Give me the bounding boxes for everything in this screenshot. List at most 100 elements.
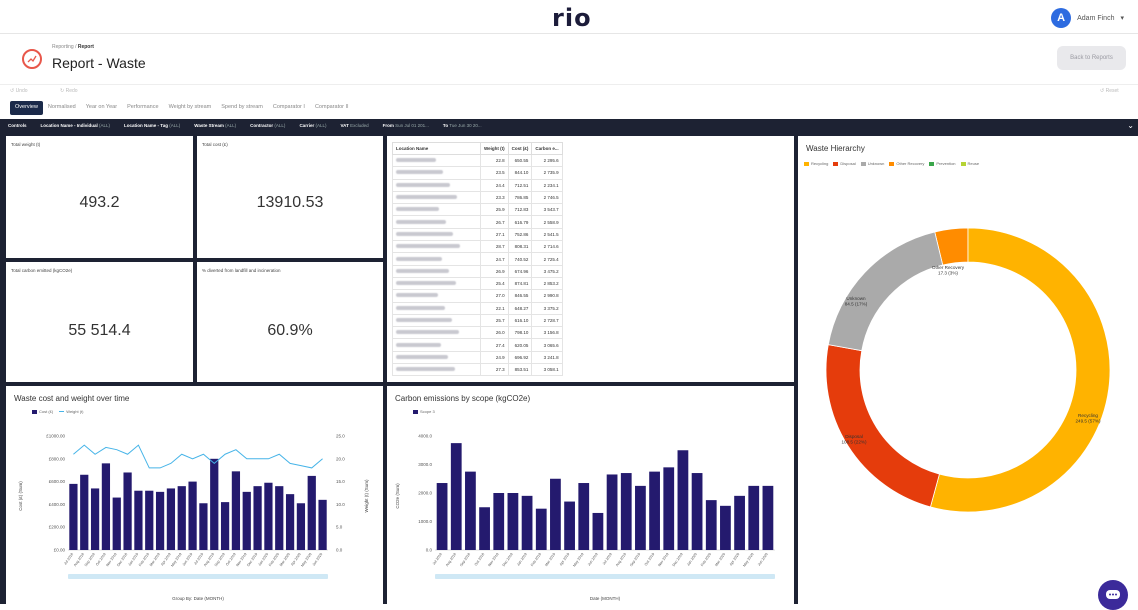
col-header-weight[interactable]: Weight (t)	[480, 142, 509, 155]
filter-location-tag[interactable]: Location Name - Tag (ALL)	[124, 123, 180, 128]
table-row[interactable]: 27.4 620.05 3 065.6	[392, 338, 563, 352]
table-row[interactable]: 24.4 712.51 2 234.1	[392, 178, 563, 192]
kpi-value: 55 514.4	[68, 322, 131, 339]
table-row[interactable]: 26.0 798.10 3 156.8	[392, 326, 563, 340]
page-title: Report - Waste	[52, 55, 146, 71]
user-name[interactable]: Adam Finch	[1077, 15, 1114, 22]
filter-to-date[interactable]: To Tue Jun 30 20...	[443, 123, 482, 128]
carbon-cell: 3 156.8	[531, 326, 563, 340]
table-row[interactable]: 28.7 808.31 2 714.6	[392, 240, 563, 254]
kpi-label: Total cost (£)	[202, 142, 228, 147]
weight-cell: 27.1	[480, 227, 509, 242]
table-row[interactable]: 23.3 786.85 2 746.5	[392, 190, 563, 205]
bar	[275, 486, 284, 550]
controls-bar: Controls Location Name - Individual (ALL…	[0, 119, 1138, 132]
filter-contractor[interactable]: Contractor (ALL)	[250, 123, 285, 128]
filter-waste-stream[interactable]: Waste Stream (ALL)	[194, 123, 236, 128]
x-tick-label: Mar 2020	[714, 552, 726, 567]
filter-value: (ALL)	[99, 123, 111, 128]
x-tick-label: Dec 2019	[672, 552, 684, 567]
filter-vat[interactable]: VAT Excluded	[340, 123, 368, 128]
tab-performance[interactable]: Performance	[122, 101, 164, 115]
table-row[interactable]: 27.0 846.55 2 990.8	[392, 289, 563, 303]
kpi-label: Total carbon emitted (kgCO2e)	[11, 268, 73, 273]
tab-normalised[interactable]: Normalised	[43, 101, 81, 115]
y-tick-label: £600.00	[49, 479, 66, 484]
filter-value: Tue Jun 30 20...	[449, 123, 482, 128]
cost-cell: 786.85	[507, 190, 533, 205]
bar	[507, 493, 519, 550]
filter-value: Sun Jul 01 201...	[395, 123, 429, 128]
tab-year-on-year[interactable]: Year on Year	[81, 101, 122, 115]
table-row[interactable]: 25.7 616.10 2 728.7	[392, 313, 563, 328]
controls-label: Controls	[8, 123, 27, 128]
table-row[interactable]: 27.1 752.86 2 541.5	[392, 227, 563, 242]
reset-button[interactable]: ↺ Reset	[1100, 88, 1119, 94]
user-menu[interactable]: A Adam Finch ▾	[1051, 8, 1124, 28]
tab-weight-by-stream[interactable]: Weight by stream	[164, 101, 217, 115]
weight-cell: 23.3	[480, 190, 509, 205]
location-name-cell	[392, 276, 481, 291]
undo-button[interactable]: ↺ Undo	[10, 88, 28, 94]
filter-carrier[interactable]: Carrier (ALL)	[299, 123, 326, 128]
filter-label: Carrier	[299, 123, 315, 128]
table-row[interactable]: 25.9 712.83 3 543.7	[392, 203, 563, 217]
avatar[interactable]: A	[1051, 8, 1072, 28]
bar	[69, 483, 78, 550]
y-tick-label: £200.00	[49, 525, 66, 530]
breadcrumb-parent[interactable]: Reporting	[52, 44, 74, 50]
x-tick-label: Jul 2019	[602, 552, 613, 565]
weight-cell: 23.5	[480, 166, 509, 180]
cost-cell: 616.79	[507, 215, 533, 229]
undo-toolbar: ↺ Undo ↻ Redo ↺ Reset	[0, 84, 1138, 98]
tab-comparator-1[interactable]: Comparator I	[268, 101, 310, 115]
col-header-location[interactable]: Location Name	[392, 142, 481, 155]
table-row[interactable]: 22.8 650.55 2 295.6	[392, 153, 563, 168]
bar	[166, 488, 176, 550]
tab-comparator-2[interactable]: Comparator II	[310, 101, 354, 115]
redacted-text	[396, 330, 459, 335]
app-logo[interactable]: rio	[552, 4, 592, 32]
table-row[interactable]: 22.1 648.27 3 375.2	[392, 301, 563, 315]
filter-label: Location Name - Individual	[40, 123, 98, 128]
chevron-down-icon[interactable]: ▾	[1120, 14, 1124, 22]
bar	[145, 490, 154, 550]
waste-hierarchy-donut: Recycling249.5 (57%) Disposal108.5 (22%) U…	[825, 227, 1111, 513]
redacted-text	[396, 305, 445, 310]
col-header-carbon[interactable]: Carbon e...	[531, 142, 563, 155]
y-axis-title: Cost (£) (Sum)	[18, 481, 23, 511]
table-row[interactable]: 24.9 696.92 3 241.8	[392, 350, 563, 365]
y-tick-label: 1000.0	[418, 519, 432, 524]
location-name-cell	[392, 338, 481, 352]
chevron-down-icon[interactable]: ⌄	[1127, 121, 1134, 130]
report-tabs: Overview Normalised Year on Year Perform…	[10, 101, 354, 115]
filter-location-individual[interactable]: Location Name - Individual (ALL)	[41, 123, 111, 128]
col-header-cost[interactable]: Cost (£)	[507, 142, 533, 155]
y2-tick-label: 25.0	[336, 434, 345, 439]
cost-cell: 808.31	[507, 240, 533, 254]
redo-button[interactable]: ↻ Redo	[60, 88, 78, 94]
redacted-text	[396, 281, 456, 286]
chat-button[interactable]	[1098, 580, 1128, 610]
bar	[101, 463, 111, 550]
location-name-cell	[392, 350, 481, 365]
table-row[interactable]: 27.3 853.51 3 058.1	[392, 363, 563, 377]
filter-value: (ALL)	[315, 123, 327, 128]
back-to-reports-button[interactable]: Back to Reports	[1057, 46, 1126, 70]
tab-spend-by-stream[interactable]: Spend by stream	[216, 101, 268, 115]
bar	[242, 491, 251, 550]
y-tick-label: £1000.00	[46, 434, 65, 439]
weight-line	[73, 444, 323, 469]
bar	[90, 488, 100, 550]
reset-label: Reset	[1105, 88, 1119, 94]
filter-from-date[interactable]: From Sun Jul 01 201...	[383, 123, 429, 128]
tab-overview[interactable]: Overview	[10, 101, 43, 115]
table-row[interactable]: 24.7 740.52 2 725.4	[392, 252, 563, 266]
table-row[interactable]: 26.7 616.79 2 558.9	[392, 215, 563, 229]
cost-cell: 648.27	[507, 301, 533, 315]
table-row[interactable]: 25.4 874.81 2 853.2	[392, 276, 563, 291]
kpi-value: 60.9%	[267, 322, 313, 339]
table-row[interactable]: 26.9 674.96 3 475.2	[392, 264, 563, 278]
table-row[interactable]: 23.5 844.10 2 735.9	[392, 166, 563, 180]
breadcrumb-current: Report	[77, 44, 94, 50]
